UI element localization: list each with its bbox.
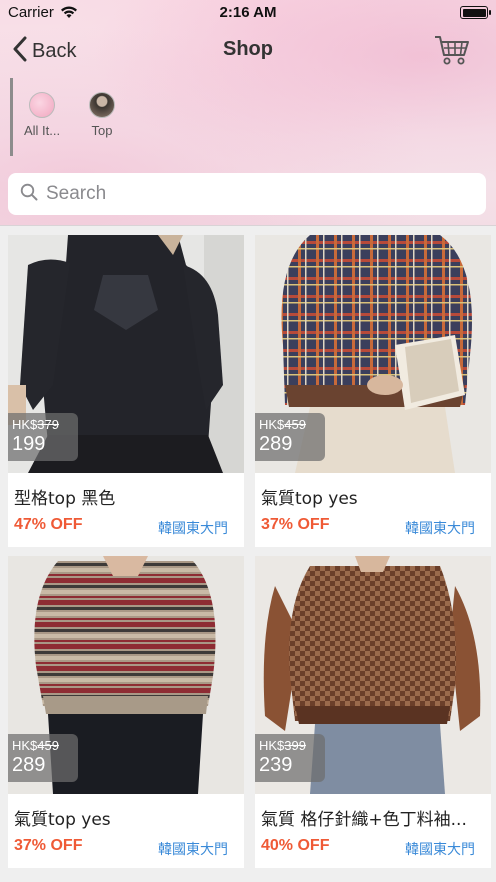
category-all-items[interactable]: All It... — [12, 92, 72, 138]
cart-button[interactable] — [434, 34, 470, 70]
category-top-icon — [89, 92, 115, 118]
category-label: Top — [91, 123, 113, 138]
store-label: 韓國東大門 — [158, 842, 228, 858]
store-label: 韓國東大門 — [405, 842, 475, 858]
product-card[interactable]: HK$379 199 型格top 黑色 47% OFF 韓國東大門 — [8, 235, 244, 547]
product-card[interactable]: HK$459 289 氣質top yes 37% OFF 韓國東大門 — [8, 556, 244, 868]
search-bar[interactable] — [8, 173, 486, 215]
category-all-icon — [29, 92, 55, 118]
product-card[interactable]: HK$399 239 氣質 格仔針織+色丁料袖... 40% OFF 韓國東大門 — [255, 556, 491, 868]
back-button[interactable]: Back — [12, 36, 76, 66]
original-price: HK$459 — [12, 738, 59, 753]
product-name: 氣質 格仔針織+色丁料袖... — [261, 810, 467, 830]
discount-label: 40% OFF — [261, 837, 330, 854]
price-badge: HK$459 289 — [8, 734, 78, 782]
back-label: Back — [32, 39, 77, 62]
battery-icon — [460, 6, 491, 19]
product-name: 型格top 黑色 — [14, 489, 116, 509]
sale-price: 289 — [12, 754, 46, 776]
discount-label: 37% OFF — [261, 516, 330, 533]
sale-price: 239 — [259, 754, 293, 776]
original-price: HK$399 — [259, 738, 306, 753]
price-badge: HK$399 239 — [255, 734, 325, 782]
price-badge: HK$459 289 — [255, 413, 325, 461]
sale-price: 199 — [12, 433, 46, 455]
discount-label: 47% OFF — [14, 516, 83, 533]
shopping-cart-icon — [434, 36, 470, 70]
store-label: 韓國東大門 — [405, 521, 475, 537]
chevron-left-icon — [12, 36, 28, 66]
product-name: 氣質top yes — [261, 489, 358, 509]
status-bar: Carrier 2:16 AM — [0, 0, 496, 26]
sale-price: 289 — [259, 433, 293, 455]
navigation-bar: Back Shop — [0, 30, 496, 74]
search-input[interactable] — [46, 183, 446, 205]
search-icon — [20, 183, 38, 205]
original-price: HK$379 — [12, 417, 59, 432]
product-name: 氣質top yes — [14, 810, 111, 830]
category-label: All It... — [23, 123, 61, 138]
price-badge: HK$379 199 — [8, 413, 78, 461]
category-top[interactable]: Top — [72, 92, 132, 138]
original-price: HK$459 — [259, 417, 306, 432]
discount-label: 37% OFF — [14, 837, 83, 854]
clock: 2:16 AM — [219, 4, 277, 21]
product-card[interactable]: HK$459 289 氣質top yes 37% OFF 韓國東大門 — [255, 235, 491, 547]
store-label: 韓國東大門 — [158, 521, 228, 537]
